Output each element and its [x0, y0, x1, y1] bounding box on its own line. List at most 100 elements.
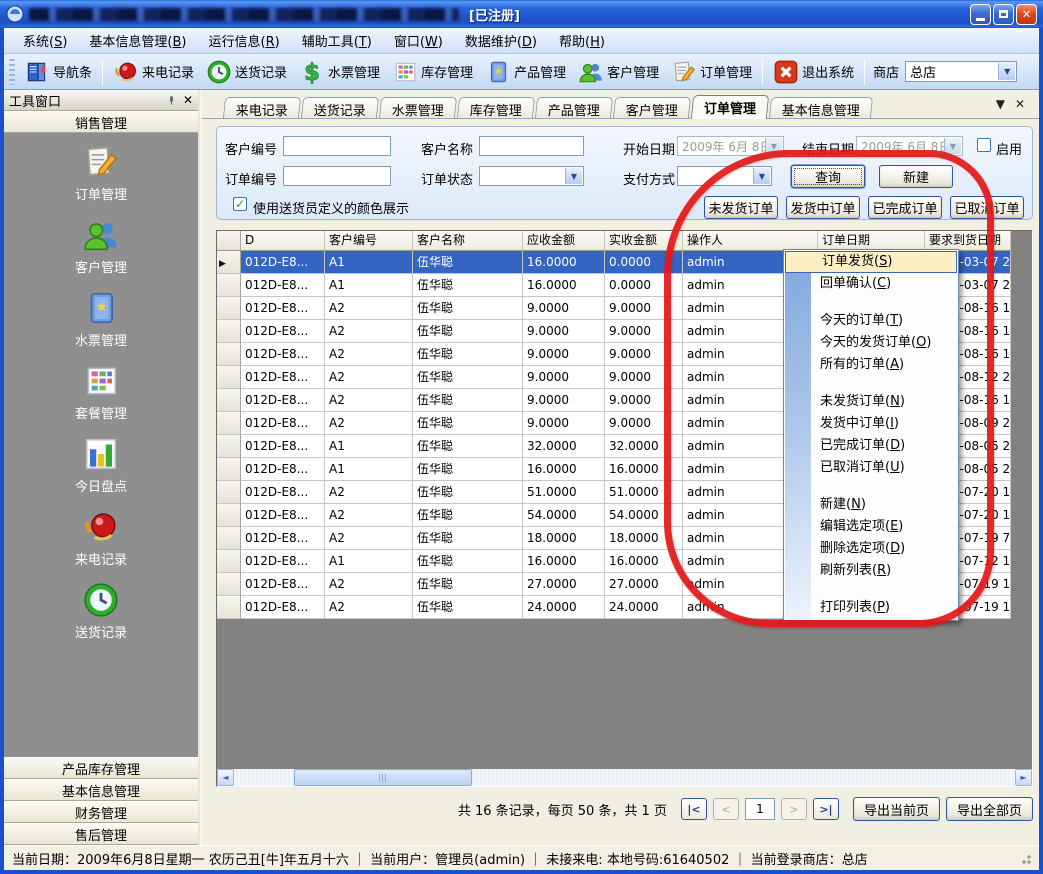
menu-item-2[interactable]: 运行信息(R) [198, 28, 291, 53]
sidebar-bottom-groups: 产品库存管理基本信息管理财务管理售后管理 [4, 757, 198, 845]
table-cell: A2 [325, 527, 413, 550]
tab-1[interactable]: 送货记录 [301, 97, 379, 118]
row-header[interactable] [217, 297, 241, 320]
row-header[interactable]: ▶ [217, 251, 241, 274]
toolbar-grip[interactable] [9, 59, 15, 85]
sidebar-item-3[interactable]: 套餐管理 [75, 362, 127, 422]
menu-item-0[interactable]: 系统(S) [12, 28, 78, 53]
toolbar-button-10[interactable]: 退出系统 [767, 56, 860, 88]
sidebar-group-1[interactable]: 基本信息管理 [4, 779, 198, 801]
scrollbar-thumb[interactable] [294, 769, 472, 786]
toolbar-button-4[interactable]: $水票管理 [293, 56, 386, 88]
tab-2[interactable]: 水票管理 [379, 97, 457, 118]
tab-close-icon[interactable]: ✕ [1015, 97, 1025, 111]
chevron-down-icon[interactable]: ▼ [565, 168, 582, 184]
sidebar-item-6[interactable]: 送货记录 [75, 581, 127, 641]
sidebar-item-1[interactable]: 客户管理 [75, 216, 127, 276]
sidebar-item-0[interactable]: 订单管理 [75, 143, 127, 203]
table-cell: A2 [325, 596, 413, 619]
last-page-button[interactable]: >| [813, 798, 839, 820]
sidebar-group-3[interactable]: 售后管理 [4, 823, 198, 845]
table-cell: 伍华聪 [413, 435, 523, 458]
toolbar-button-8[interactable]: 订单管理 [665, 56, 758, 88]
pin-icon[interactable] [166, 95, 177, 106]
customer-code-input[interactable] [283, 136, 391, 156]
row-header[interactable] [217, 504, 241, 527]
shop-combobox[interactable]: 总店 ▼ [905, 61, 1017, 82]
sidebar-item-5[interactable]: 来电记录 [75, 508, 127, 568]
next-page-button[interactable]: > [781, 798, 807, 820]
row-header[interactable] [217, 550, 241, 573]
table-cell: 012D-E8... [241, 435, 325, 458]
export-current-page-button[interactable]: 导出当前页 [853, 797, 940, 821]
menu-item-3[interactable]: 辅助工具(T) [291, 28, 383, 53]
minimize-button[interactable] [970, 4, 991, 25]
row-header[interactable] [217, 458, 241, 481]
enable-checkbox[interactable] [977, 138, 991, 152]
menu-item-5[interactable]: 数据维护(D) [454, 28, 548, 53]
table-cell: 012D-E8... [241, 550, 325, 573]
sidebar-group-sales[interactable]: 销售管理 [4, 111, 198, 133]
export-all-pages-button[interactable]: 导出全部页 [946, 797, 1033, 821]
menu-item-1[interactable]: 基本信息管理(B) [78, 28, 197, 53]
scroll-right-icon[interactable]: ► [1015, 769, 1032, 786]
tab-0[interactable]: 来电记录 [223, 97, 301, 118]
sidebar-group-2[interactable]: 财务管理 [4, 801, 198, 823]
toolbar-button-7[interactable]: 客户管理 [572, 56, 665, 88]
row-header[interactable] [217, 389, 241, 412]
use-color-checkbox[interactable]: ✓ [233, 197, 247, 211]
order-code-input[interactable] [283, 166, 391, 186]
table-cell: 012D-E8... [241, 458, 325, 481]
close-button[interactable]: ✕ [1016, 4, 1037, 25]
row-header[interactable] [217, 527, 241, 550]
tab-label: 产品管理 [548, 100, 600, 119]
toolbar-button-2[interactable]: 来电记录 [107, 56, 200, 88]
table-cell: A2 [325, 366, 413, 389]
menu-item-4[interactable]: 窗口(W) [383, 28, 454, 53]
close-icon[interactable]: ✕ [183, 93, 193, 107]
order-status-combobox[interactable]: ▼ [479, 166, 584, 186]
horizontal-scrollbar[interactable]: ◄ ► [217, 769, 1032, 786]
scrollbar-track[interactable] [234, 769, 1015, 786]
column-header[interactable]: 客户编号 [325, 231, 413, 251]
sidebar-group-0[interactable]: 产品库存管理 [4, 757, 198, 779]
row-header[interactable] [217, 596, 241, 619]
row-header[interactable] [217, 412, 241, 435]
tab-6[interactable]: 订单管理 [691, 95, 770, 119]
app-icon [6, 5, 24, 23]
prev-page-button[interactable]: < [713, 798, 739, 820]
toolbar-button-6[interactable]: 产品管理 [479, 56, 572, 88]
customer-name-input[interactable] [479, 136, 584, 156]
toolbar-button-label: 订单管理 [700, 62, 752, 81]
toolbar-button-0[interactable]: 导航条 [18, 56, 98, 88]
row-header[interactable] [217, 435, 241, 458]
row-header[interactable] [217, 481, 241, 504]
page-number-input[interactable] [745, 798, 775, 820]
table-cell: A2 [325, 504, 413, 527]
current-row-arrow-icon: ▶ [219, 259, 226, 269]
toolbar-button-3[interactable]: 送货记录 [200, 56, 293, 88]
column-header[interactable]: 应收金额 [523, 231, 605, 251]
sidebar-item-4[interactable]: 今日盘点 [75, 435, 127, 495]
sidebar-item-2[interactable]: 水票管理 [75, 289, 127, 349]
tab-list-chevron-down-icon[interactable]: ▼ [996, 97, 1005, 111]
row-header[interactable] [217, 274, 241, 297]
tab-5[interactable]: 客户管理 [613, 97, 691, 118]
column-header[interactable]: D [241, 231, 325, 251]
toolbar-button-5[interactable]: 库存管理 [386, 56, 479, 88]
row-header[interactable] [217, 343, 241, 366]
row-header[interactable] [217, 366, 241, 389]
row-header[interactable] [217, 573, 241, 596]
chevron-down-icon[interactable]: ▼ [998, 63, 1015, 80]
tab-3[interactable]: 库存管理 [457, 97, 535, 118]
tab-4[interactable]: 产品管理 [535, 97, 613, 118]
column-header[interactable]: 客户名称 [413, 231, 523, 251]
row-header[interactable] [217, 320, 241, 343]
maximize-button[interactable] [993, 4, 1014, 25]
table-cell: 27.0000 [605, 573, 683, 596]
tab-7[interactable]: 基本信息管理 [769, 97, 873, 118]
scroll-left-icon[interactable]: ◄ [217, 769, 234, 786]
first-page-button[interactable]: |< [681, 798, 707, 820]
menu-item-6[interactable]: 帮助(H) [548, 28, 616, 53]
resize-grip[interactable] [1019, 852, 1031, 864]
